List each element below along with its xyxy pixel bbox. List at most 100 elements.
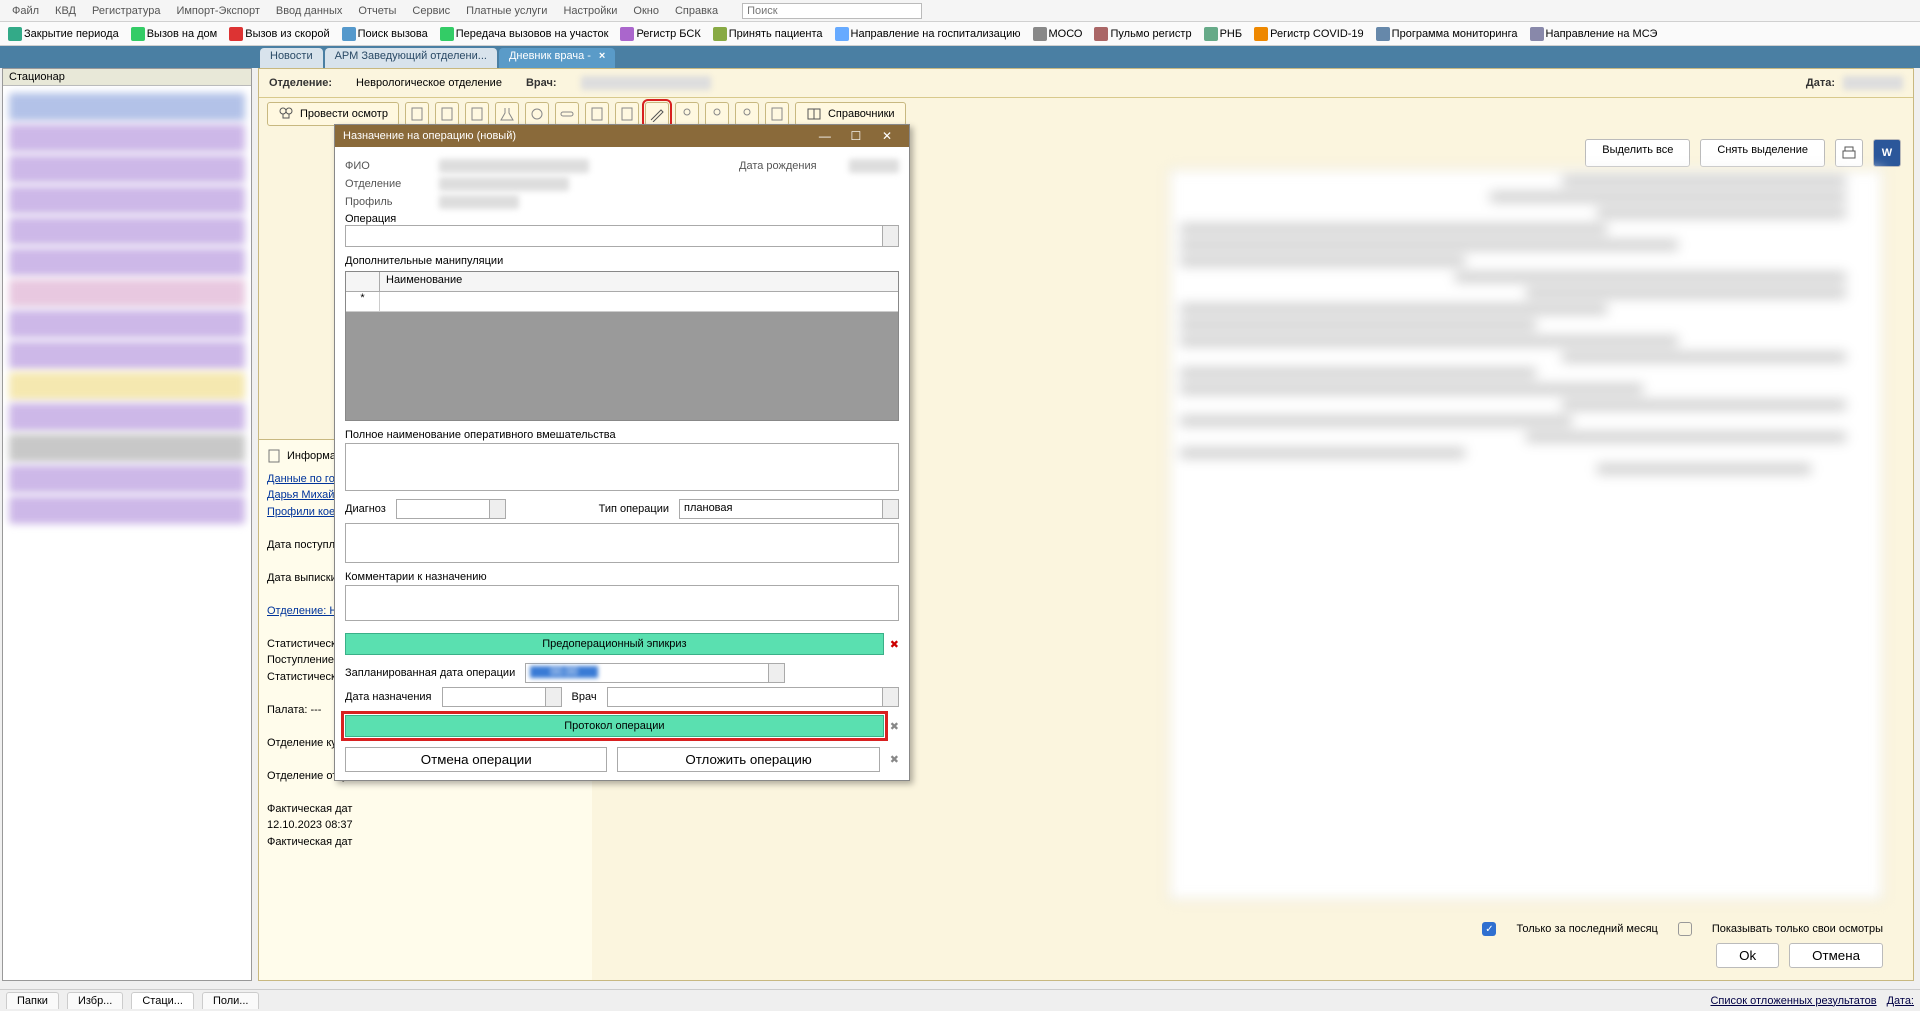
tb-btn-13[interactable]: [765, 102, 789, 126]
references-button[interactable]: Справочники: [795, 102, 906, 126]
menu-io[interactable]: Импорт-Экспорт: [168, 3, 267, 19]
op-type-combo[interactable]: плановая: [679, 499, 899, 519]
manipulations-grid[interactable]: Наименование *: [345, 271, 899, 421]
tb-btn-8[interactable]: [615, 102, 639, 126]
list-item[interactable]: [9, 155, 245, 183]
minimize-icon[interactable]: —: [811, 129, 839, 143]
list-item[interactable]: [9, 186, 245, 214]
list-item[interactable]: [9, 93, 245, 121]
list-item[interactable]: [9, 217, 245, 245]
tb-btn-12[interactable]: [735, 102, 759, 126]
tab-news[interactable]: Новости: [260, 48, 323, 68]
list-item[interactable]: [9, 341, 245, 369]
menu-reg[interactable]: Регистратура: [84, 3, 168, 19]
planned-date-input[interactable]: 00.00: [525, 663, 785, 683]
diagnosis-combo[interactable]: [396, 499, 506, 519]
dropdown-icon[interactable]: [882, 500, 898, 518]
menu-help[interactable]: Справка: [667, 3, 726, 19]
menu-reports[interactable]: Отчеты: [350, 3, 404, 19]
sb-tab-hospital[interactable]: Стаци...: [131, 992, 194, 1009]
own-only-checkbox[interactable]: [1678, 922, 1692, 936]
full-op-textarea[interactable]: [345, 443, 899, 491]
tb-pulmo[interactable]: Пульмо регистр: [1090, 27, 1195, 41]
tb-btn-2[interactable]: [435, 102, 459, 126]
tb-btn-1[interactable]: [405, 102, 429, 126]
tb-accept-patient[interactable]: Принять пациента: [709, 27, 827, 41]
cancel-operation-button[interactable]: Отмена операции: [345, 747, 607, 772]
tab-arm-head[interactable]: АРМ Заведующий отделени...: [325, 48, 497, 68]
cancel-button[interactable]: Отмена: [1789, 943, 1883, 968]
list-item[interactable]: [9, 434, 245, 462]
dropdown-icon[interactable]: [489, 500, 505, 518]
clear-selection-button[interactable]: Снять выделение: [1700, 139, 1825, 167]
tb-moso[interactable]: МОСО: [1029, 27, 1087, 41]
tb-search-call[interactable]: Поиск вызова: [338, 27, 432, 41]
patient-list[interactable]: [3, 86, 251, 531]
last-month-checkbox[interactable]: ✓: [1482, 922, 1496, 936]
list-item[interactable]: [9, 279, 245, 307]
tb-btn-6[interactable]: [555, 102, 579, 126]
doctor-combo[interactable]: [607, 687, 899, 707]
tb-btn-surgery[interactable]: [645, 102, 669, 126]
tb-btn-3[interactable]: [465, 102, 489, 126]
tb-btn-10[interactable]: [675, 102, 699, 126]
close-icon[interactable]: ×: [599, 50, 605, 62]
word-button[interactable]: W: [1873, 139, 1901, 167]
list-item[interactable]: [9, 310, 245, 338]
ok-button[interactable]: Ok: [1716, 943, 1779, 968]
delete-icon[interactable]: ✖: [890, 753, 899, 766]
tb-rnb[interactable]: РНБ: [1200, 27, 1247, 41]
operation-protocol-button[interactable]: Протокол операции: [345, 715, 884, 737]
tb-covid[interactable]: Регистр COVID-19: [1250, 27, 1368, 41]
tb-ambulance-call[interactable]: Вызов из скорой: [225, 27, 333, 41]
tb-home-call[interactable]: Вызов на дом: [127, 27, 222, 41]
list-item[interactable]: [9, 496, 245, 524]
dropdown-icon[interactable]: [882, 688, 898, 706]
sb-tab-clinic[interactable]: Поли...: [202, 992, 260, 1009]
menu-settings[interactable]: Настройки: [555, 3, 625, 19]
tb-transfer-calls[interactable]: Передача вызовов на участок: [436, 27, 613, 41]
tb-btn-7[interactable]: [585, 102, 609, 126]
tb-hospitalization[interactable]: Направление на госпитализацию: [831, 27, 1025, 41]
list-item[interactable]: [9, 403, 245, 431]
assign-date-input[interactable]: [442, 687, 562, 707]
delete-icon[interactable]: ✖: [890, 638, 899, 651]
select-all-button[interactable]: Выделить все: [1585, 139, 1690, 167]
menu-input[interactable]: Ввод данных: [268, 3, 351, 19]
close-icon[interactable]: ✕: [873, 129, 901, 143]
list-item[interactable]: [9, 372, 245, 400]
menu-paid[interactable]: Платные услуги: [458, 3, 555, 19]
dropdown-icon[interactable]: [882, 226, 898, 246]
comments-textarea[interactable]: [345, 585, 899, 621]
print-button[interactable]: [1835, 139, 1863, 167]
list-item[interactable]: [9, 124, 245, 152]
tb-mse[interactable]: Направление на МСЭ: [1526, 27, 1662, 41]
maximize-icon[interactable]: ☐: [842, 129, 870, 143]
tb-btn-5[interactable]: [525, 102, 549, 126]
conduct-exam-button[interactable]: Провести осмотр: [267, 102, 399, 126]
list-item[interactable]: [9, 248, 245, 276]
menu-kvd[interactable]: КВД: [47, 3, 84, 19]
menu-window[interactable]: Окно: [625, 3, 667, 19]
postpone-operation-button[interactable]: Отложить операцию: [617, 747, 879, 772]
sb-tab-folders[interactable]: Папки: [6, 992, 59, 1009]
search-input[interactable]: [742, 3, 922, 19]
dialog-titlebar[interactable]: Назначение на операцию (новый) — ☐ ✕: [335, 125, 909, 147]
calendar-icon[interactable]: [545, 688, 561, 706]
list-item[interactable]: [9, 465, 245, 493]
preop-epicrisis-button[interactable]: Предоперационный эпикриз: [345, 633, 884, 655]
calendar-icon[interactable]: [768, 664, 784, 682]
tb-monitoring[interactable]: Программа мониторинга: [1372, 27, 1522, 41]
tb-btn-11[interactable]: [705, 102, 729, 126]
menu-service[interactable]: Сервис: [404, 3, 458, 19]
delete-icon[interactable]: ✖: [890, 720, 899, 733]
diag-textarea[interactable]: [345, 523, 899, 563]
deferred-results-link[interactable]: Список отложенных результатов: [1710, 995, 1876, 1007]
tb-btn-4[interactable]: [495, 102, 519, 126]
tab-doctor-diary[interactable]: Дневник врача -×: [499, 48, 615, 68]
operation-combo[interactable]: [345, 225, 899, 247]
sb-tab-fav[interactable]: Избр...: [67, 992, 123, 1009]
menu-file[interactable]: Файл: [4, 3, 47, 19]
tb-close-period[interactable]: Закрытие периода: [4, 27, 123, 41]
tb-bsk-registry[interactable]: Регистр БСК: [616, 27, 704, 41]
